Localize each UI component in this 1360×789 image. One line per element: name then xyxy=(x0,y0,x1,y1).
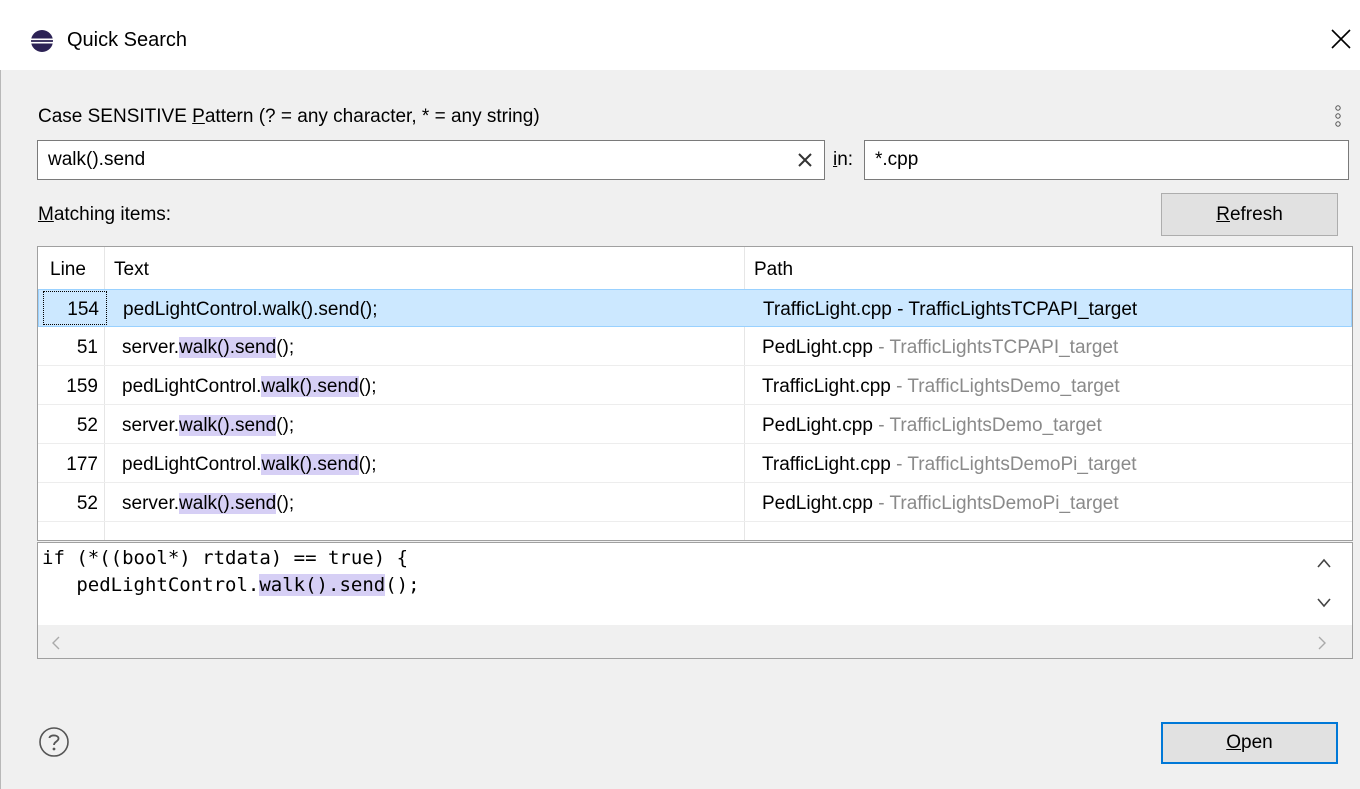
help-icon[interactable] xyxy=(38,726,70,758)
scroll-right-icon[interactable] xyxy=(1316,636,1328,650)
table-row[interactable]: 177 pedLightControl.walk().send(); Traff… xyxy=(38,445,1352,483)
window-title: Quick Search xyxy=(67,29,188,51)
match-text: server.walk().send(); xyxy=(122,415,295,436)
match-path: PedLight.cpp - TrafficLightsDemo_target xyxy=(762,415,1102,436)
file-filter-field[interactable] xyxy=(864,140,1349,180)
table-row[interactable]: 52 server.walk().send(); PedLight.cpp - … xyxy=(38,406,1352,444)
line-number: 177 xyxy=(66,454,98,475)
match-text: pedLightControl.walk().send(); xyxy=(122,454,377,475)
close-icon[interactable] xyxy=(1326,24,1356,54)
line-number: 52 xyxy=(76,415,98,436)
scroll-down-icon[interactable] xyxy=(1316,597,1332,609)
in-label: in: xyxy=(833,149,854,170)
table-row[interactable]: 154 pedLightControl.walk().send(); Traff… xyxy=(38,289,1352,327)
line-number: 52 xyxy=(76,493,98,514)
match-path: PedLight.cpp - TrafficLightsDemoPi_targe… xyxy=(762,493,1119,514)
match-text: pedLightControl.walk().send(); xyxy=(122,376,377,397)
view-menu-icon[interactable] xyxy=(1334,105,1342,127)
clear-icon[interactable] xyxy=(796,151,814,169)
horizontal-scrollbar[interactable] xyxy=(38,625,1352,658)
code-text: if (*((bool*) rtdata) == true) { pedLigh… xyxy=(42,547,420,596)
table-row[interactable]: 52 server.walk().send(); PedLight.cpp - … xyxy=(38,484,1352,522)
column-header-text[interactable]: Text xyxy=(114,259,149,281)
code-preview[interactable]: if (*((bool*) rtdata) == true) { pedLigh… xyxy=(37,542,1353,659)
match-text: pedLightControl.walk().send(); xyxy=(123,299,378,320)
match-text: server.walk().send(); xyxy=(122,337,295,358)
results-table[interactable]: Line Text Path 154 pedLightControl.walk(… xyxy=(37,246,1353,541)
search-field[interactable] xyxy=(37,140,825,180)
pattern-label: Case SENSITIVE Pattern (? = any characte… xyxy=(38,106,540,127)
scroll-left-icon[interactable] xyxy=(50,636,62,650)
title-bar: Quick Search xyxy=(0,0,1360,70)
scroll-up-icon[interactable] xyxy=(1316,557,1332,569)
line-number: 159 xyxy=(66,376,98,397)
refresh-button[interactable]: Refresh xyxy=(1161,193,1338,236)
matching-items-label: Matching items: xyxy=(38,204,172,225)
eclipse-icon xyxy=(31,30,53,52)
dialog-body: Case SENSITIVE Pattern (? = any characte… xyxy=(0,70,1360,789)
line-number: 51 xyxy=(76,337,98,358)
table-row[interactable]: 159 pedLightControl.walk().send(); Traff… xyxy=(38,367,1352,405)
file-filter-input[interactable] xyxy=(875,149,1335,171)
open-button[interactable]: Open xyxy=(1161,722,1338,764)
match-path: TrafficLight.cpp - TrafficLightsDemo_tar… xyxy=(762,376,1120,397)
line-number: 154 xyxy=(67,299,99,320)
column-header-path[interactable]: Path xyxy=(754,259,793,281)
column-header-line[interactable]: Line xyxy=(50,259,86,281)
table-row[interactable]: 51 server.walk().send(); PedLight.cpp - … xyxy=(38,328,1352,366)
match-path: PedLight.cpp - TrafficLightsTCPAPI_targe… xyxy=(762,337,1119,358)
search-input[interactable] xyxy=(48,149,788,171)
match-text: server.walk().send(); xyxy=(122,493,295,514)
match-path: TrafficLight.cpp - TrafficLightsDemoPi_t… xyxy=(762,454,1137,475)
match-path: TrafficLight.cpp - TrafficLightsTCPAPI_t… xyxy=(763,299,1138,320)
